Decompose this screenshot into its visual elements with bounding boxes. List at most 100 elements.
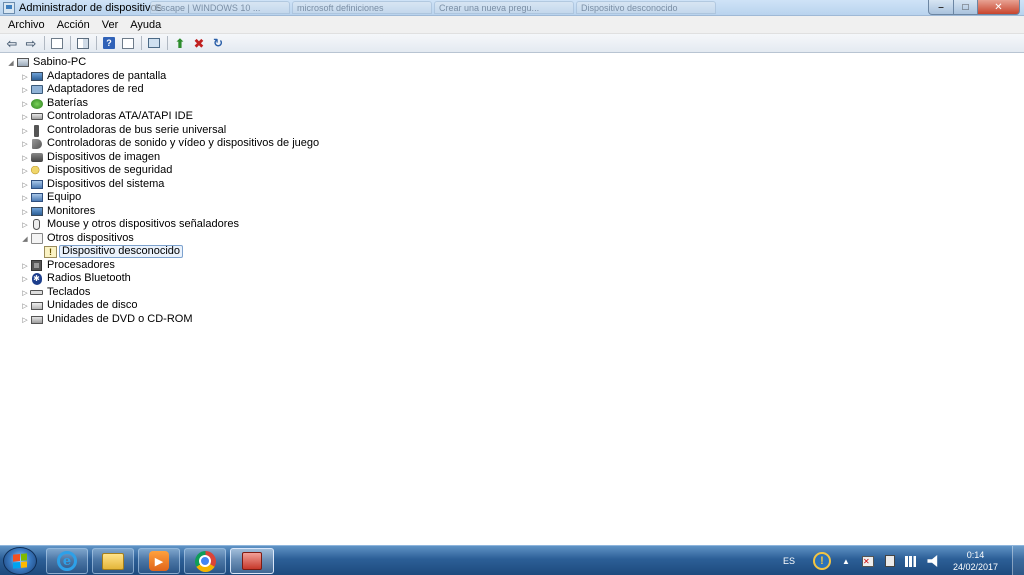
disk-drive-icon	[30, 300, 43, 312]
tree-item[interactable]: ▷ Unidades de disco	[20, 299, 140, 312]
expand-arrow-icon[interactable]: ▷	[20, 299, 30, 312]
expand-arrow-icon[interactable]: ▷	[20, 178, 30, 191]
expand-arrow-icon[interactable]: ▷	[20, 218, 30, 231]
mouse-icon	[30, 219, 43, 231]
power-icon[interactable]	[883, 554, 897, 568]
battery-icon	[30, 98, 43, 110]
tree-item[interactable]: ▷ ✱ Radios Bluetooth	[20, 272, 133, 285]
expand-arrow-icon[interactable]: ▷	[20, 70, 30, 83]
title-bar: Administrador de dispositivos Escape | W…	[0, 0, 1024, 16]
tree-item[interactable]: ▷ Controladoras de bus serie universal	[20, 124, 228, 137]
update-warning-icon[interactable]: !	[812, 552, 831, 570]
tree-item[interactable]: ▷ Controladoras de sonido y vídeo y disp…	[20, 137, 321, 150]
menu-archivo[interactable]: Archivo	[2, 17, 51, 33]
tree-item[interactable]: ▷ Adaptadores de pantalla	[20, 70, 168, 83]
toolbar-separator	[141, 36, 142, 50]
minimize-button[interactable]: –	[928, 0, 954, 15]
show-desktop-button[interactable]	[1012, 546, 1024, 575]
tree-item[interactable]: ▷ Monitores	[20, 205, 97, 218]
background-tab[interactable]: Escape | WINDOWS 10 ...	[150, 1, 290, 14]
console-tree-button[interactable]	[49, 36, 65, 51]
clock-time: 0:14	[966, 550, 985, 560]
help-button[interactable]: ?	[101, 36, 117, 51]
expand-arrow-icon[interactable]: ▷	[20, 191, 30, 204]
expand-arrow-icon[interactable]: ▷	[20, 151, 30, 164]
taskbar-file-explorer[interactable]	[92, 548, 134, 574]
expand-arrow-icon[interactable]: ▷	[20, 124, 30, 137]
taskbar-media-player[interactable]: ▶	[138, 548, 180, 574]
view-button[interactable]	[120, 36, 136, 51]
tree-item[interactable]: ▷ Dispositivos de seguridad	[20, 164, 174, 177]
expand-arrow-icon[interactable]: ▷	[20, 83, 30, 96]
tree-item-expanded[interactable]: ◢ Otros dispositivos	[20, 232, 136, 245]
menu-ayuda[interactable]: Ayuda	[124, 17, 167, 33]
clock[interactable]: 0:14 24/02/2017	[953, 549, 998, 573]
menu-accion[interactable]: Acción	[51, 17, 96, 33]
background-tab[interactable]: microsoft definiciones	[292, 1, 432, 14]
taskbar-chrome[interactable]	[184, 548, 226, 574]
help-icon: ?	[103, 37, 115, 49]
tree-item[interactable]: ▷ Baterías	[20, 97, 90, 110]
menu-ver[interactable]: Ver	[96, 17, 125, 33]
bluetooth-icon: ✱	[31, 272, 42, 285]
keyboard-icon	[30, 287, 43, 299]
background-tab[interactable]: Dispositivo desconocido	[576, 1, 716, 14]
tree-item-label: Procesadores	[47, 259, 115, 271]
show-hidden-icons-chevron-icon[interactable]: ▲	[839, 554, 853, 568]
device-manager-app-icon	[3, 1, 15, 14]
tree-connector	[34, 245, 44, 258]
expand-arrow-icon[interactable]: ▷	[20, 110, 30, 123]
tree-root[interactable]: ◢ Sabino-PC	[6, 56, 88, 69]
tree-item[interactable]: ▷ Procesadores	[20, 259, 117, 272]
update-driver-button[interactable]: ⬆	[172, 36, 188, 51]
properties-button[interactable]	[75, 36, 91, 51]
ide-controller-icon	[30, 111, 43, 123]
tree-item[interactable]: ▷ Controladoras ATA/ATAPI IDE	[20, 110, 195, 123]
expand-arrow-icon[interactable]: ▷	[20, 164, 30, 177]
tree-item-selected[interactable]: ! Dispositivo desconocido	[34, 245, 184, 258]
camera-icon	[30, 152, 43, 164]
enable-button[interactable]: ↻	[210, 36, 226, 51]
tree-item-label: Unidades de disco	[47, 299, 138, 311]
tree-item[interactable]: ▷ Unidades de DVD o CD-ROM	[20, 313, 195, 326]
processor-icon	[30, 260, 43, 272]
expand-arrow-icon[interactable]: ▷	[20, 205, 30, 218]
tree-item[interactable]: ▷ Adaptadores de red	[20, 83, 146, 96]
forward-button[interactable]: ⇨	[23, 36, 39, 51]
network-signal-icon[interactable]	[904, 554, 919, 568]
collapse-arrow-icon[interactable]: ◢	[6, 56, 16, 69]
tree-item[interactable]: ▷ Mouse y otros dispositivos señaladores	[20, 218, 241, 231]
tree-item[interactable]: ▷ Equipo	[20, 191, 83, 204]
background-tab[interactable]: Crear una nueva pregu...	[434, 1, 574, 14]
start-button[interactable]	[3, 547, 37, 575]
uninstall-button[interactable]: ✖	[191, 36, 207, 51]
toolbar-separator	[167, 36, 168, 50]
action-center-icon[interactable]: ✕	[861, 554, 875, 568]
taskbar-internet-explorer[interactable]: e	[46, 548, 88, 574]
taskbar: e ▶ ES ! ▲ ✕ 0:14 24/02/2017	[0, 545, 1024, 575]
unknown-device-warning-icon: !	[44, 245, 57, 258]
tree-item[interactable]: ▷ Dispositivos de imagen	[20, 151, 162, 164]
expand-arrow-icon[interactable]: ▷	[20, 97, 30, 110]
volume-icon[interactable]	[927, 554, 941, 568]
scan-hardware-icon	[148, 38, 160, 48]
expand-arrow-icon[interactable]: ▷	[20, 259, 30, 272]
tree-item-label: Mouse y otros dispositivos señaladores	[47, 218, 239, 230]
restore-button[interactable]: □	[954, 0, 978, 15]
tree-item[interactable]: ▷ Dispositivos del sistema	[20, 178, 166, 191]
console-tree-icon	[51, 37, 63, 49]
enable-icon: ↻	[212, 36, 224, 50]
close-button[interactable]: ✕	[978, 0, 1020, 15]
expand-arrow-icon[interactable]: ▷	[20, 313, 30, 326]
expand-arrow-icon[interactable]: ▷	[20, 272, 30, 285]
scan-hardware-button[interactable]	[146, 36, 162, 51]
collapse-arrow-icon[interactable]: ◢	[20, 232, 30, 245]
tree-item[interactable]: ▷ Teclados	[20, 286, 92, 299]
expand-arrow-icon[interactable]: ▷	[20, 286, 30, 299]
taskbar-device-manager[interactable]	[230, 548, 274, 574]
window-controls: – □ ✕	[928, 0, 1020, 15]
language-indicator[interactable]: ES	[783, 556, 795, 566]
back-button[interactable]: ⇦	[4, 36, 20, 51]
expand-arrow-icon[interactable]: ▷	[20, 137, 30, 150]
tree-item-label: Dispositivos de imagen	[47, 151, 161, 163]
